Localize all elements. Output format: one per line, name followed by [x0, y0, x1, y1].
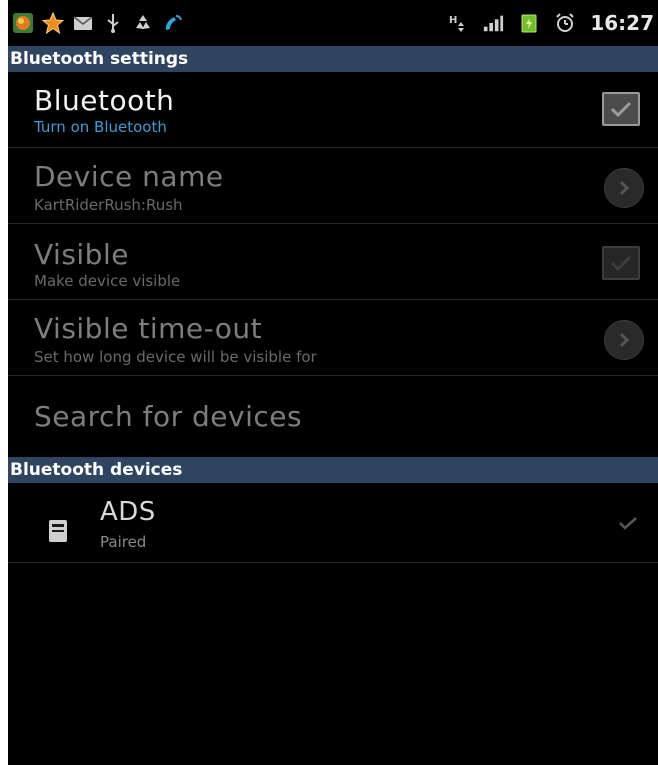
paired-device-row[interactable]: ADS Paired: [8, 483, 658, 563]
bluetooth-checkbox[interactable]: [602, 92, 640, 126]
status-bar: H 16:27: [8, 0, 658, 46]
hspa-icon: H: [446, 12, 468, 34]
device-icon: [48, 519, 68, 543]
device-status: Paired: [100, 533, 147, 551]
visible-timeout-subtitle: Set how long device will be visible for: [34, 348, 317, 366]
signal-icon: [482, 12, 504, 34]
device-name-ads: ADS: [100, 497, 156, 527]
device-name-value: KartRiderRush:Rush: [34, 196, 183, 214]
alarm-icon: [554, 12, 576, 34]
checkmark-icon: [610, 255, 632, 272]
visible-timeout-chevron-button[interactable]: [604, 320, 644, 360]
chevron-right-icon: [619, 180, 630, 196]
visible-title: Visible: [34, 238, 129, 271]
search-devices-row[interactable]: Search for devices: [8, 376, 658, 457]
device-name-chevron-button[interactable]: [604, 168, 644, 208]
checkmark-icon: [610, 101, 632, 118]
visible-toggle-row[interactable]: Visible Make device visible: [8, 224, 658, 300]
visible-subtitle: Make device visible: [34, 272, 181, 290]
visible-timeout-row[interactable]: Visible time-out Set how long device wil…: [8, 300, 658, 376]
battery-icon: [518, 12, 540, 34]
section-header-bluetooth-devices: Bluetooth devices: [8, 457, 658, 483]
bluetooth-title: Bluetooth: [34, 84, 175, 117]
phone-call-icon: [162, 12, 184, 34]
phone-screen: H 16:27 Bluetooth settings Bluetooth Tur…: [8, 0, 658, 765]
recycle-icon: [132, 12, 154, 34]
bluetooth-toggle-row[interactable]: Bluetooth Turn on Bluetooth: [8, 72, 658, 148]
svg-text:H: H: [449, 15, 457, 26]
star-icon: [42, 12, 64, 34]
app-notification-icon: [12, 12, 34, 34]
paired-check-icon: [618, 515, 638, 534]
chevron-right-icon: [619, 332, 630, 348]
mail-icon: [72, 12, 94, 34]
search-devices-title: Search for devices: [34, 400, 303, 433]
usb-icon: [102, 12, 124, 34]
device-name-row[interactable]: Device name KartRiderRush:Rush: [8, 148, 658, 224]
visible-checkbox[interactable]: [602, 246, 640, 280]
bluetooth-subtitle: Turn on Bluetooth: [34, 118, 167, 136]
device-name-title: Device name: [34, 160, 224, 193]
status-time: 16:27: [590, 11, 654, 35]
section-header-bluetooth-settings: Bluetooth settings: [8, 46, 658, 72]
visible-timeout-title: Visible time-out: [34, 312, 263, 345]
